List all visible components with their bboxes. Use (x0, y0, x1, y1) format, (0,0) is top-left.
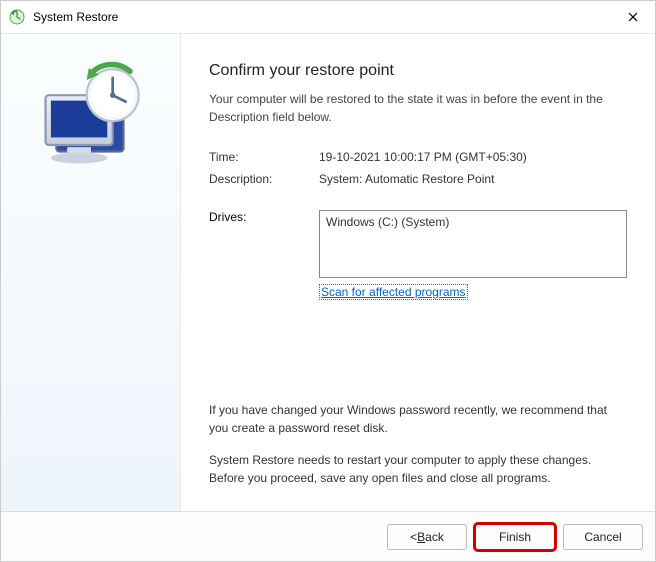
system-restore-icon (9, 9, 25, 25)
scan-affected-programs-link[interactable]: Scan for affected programs (319, 284, 468, 300)
drives-listbox[interactable]: Windows (C:) (System) (319, 210, 627, 278)
restore-illustration-icon (26, 54, 156, 187)
scan-link-row: Scan for affected programs (209, 284, 627, 300)
page-subhead: Your computer will be restored to the st… (209, 90, 627, 126)
description-value: System: Automatic Restore Point (319, 172, 627, 186)
password-notice: If you have changed your Windows passwor… (209, 401, 627, 437)
content-area: Confirm your restore point Your computer… (1, 33, 655, 511)
close-button[interactable] (621, 5, 645, 29)
titlebar: System Restore (1, 1, 655, 33)
drives-row: Drives: Windows (C:) (System) (209, 210, 627, 278)
time-value: 19-10-2021 10:00:17 PM (GMT+05:30) (319, 150, 627, 164)
time-label: Time: (209, 150, 319, 164)
back-button[interactable]: < Back (387, 524, 467, 550)
sidebar (1, 34, 181, 511)
description-row: Description: System: Automatic Restore P… (209, 172, 627, 186)
footer: < Back Finish Cancel (1, 511, 655, 561)
description-label: Description: (209, 172, 319, 186)
main-panel: Confirm your restore point Your computer… (181, 34, 655, 511)
cancel-button[interactable]: Cancel (563, 524, 643, 550)
notice-block: If you have changed your Windows passwor… (209, 401, 627, 501)
page-title: Confirm your restore point (209, 62, 627, 80)
restart-notice: System Restore needs to restart your com… (209, 451, 627, 487)
drives-label: Drives: (209, 210, 319, 278)
window-title: System Restore (33, 10, 118, 24)
time-row: Time: 19-10-2021 10:00:17 PM (GMT+05:30) (209, 150, 627, 164)
system-restore-window: System Restore (0, 0, 656, 562)
drives-item[interactable]: Windows (C:) (System) (326, 215, 620, 229)
finish-button[interactable]: Finish (475, 524, 555, 550)
